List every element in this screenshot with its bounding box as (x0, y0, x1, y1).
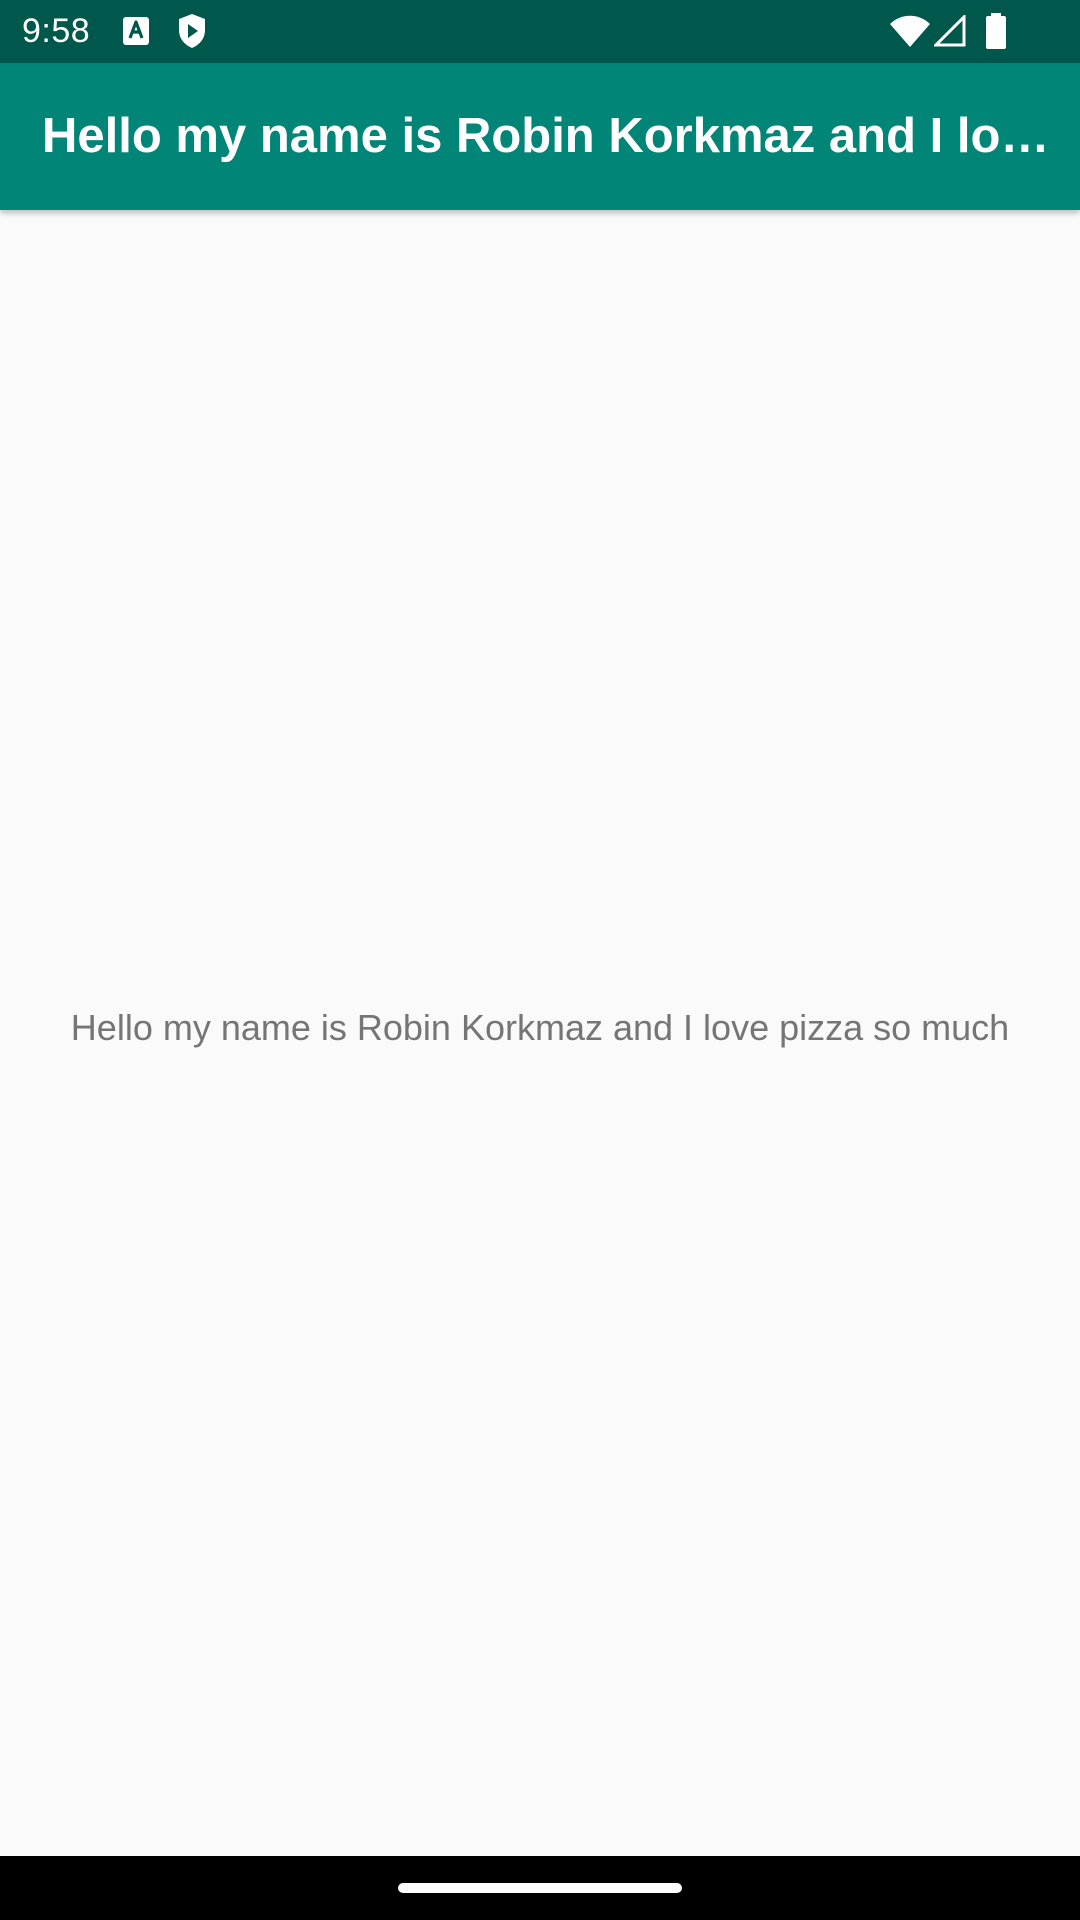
play-protect-icon (179, 14, 205, 48)
home-gesture-handle[interactable] (398, 1883, 682, 1893)
wifi-icon (890, 15, 930, 47)
status-bar: 9:58 (0, 0, 1080, 63)
battery-icon (986, 13, 1006, 49)
main-content: Hello my name is Robin Korkmaz and I lov… (0, 210, 1080, 1856)
navigation-bar (0, 1856, 1080, 1920)
cell-signal-icon (934, 15, 966, 47)
status-time: 9:58 (22, 12, 91, 50)
app-bar: Hello my name is Robin Korkmaz and I lov… (0, 63, 1080, 210)
accessibility-a-icon (123, 17, 149, 45)
greeting-text: Hello my name is Robin Korkmaz and I lov… (70, 1007, 1010, 1048)
app-title: Hello my name is Robin Korkmaz and I lov… (42, 109, 1050, 163)
